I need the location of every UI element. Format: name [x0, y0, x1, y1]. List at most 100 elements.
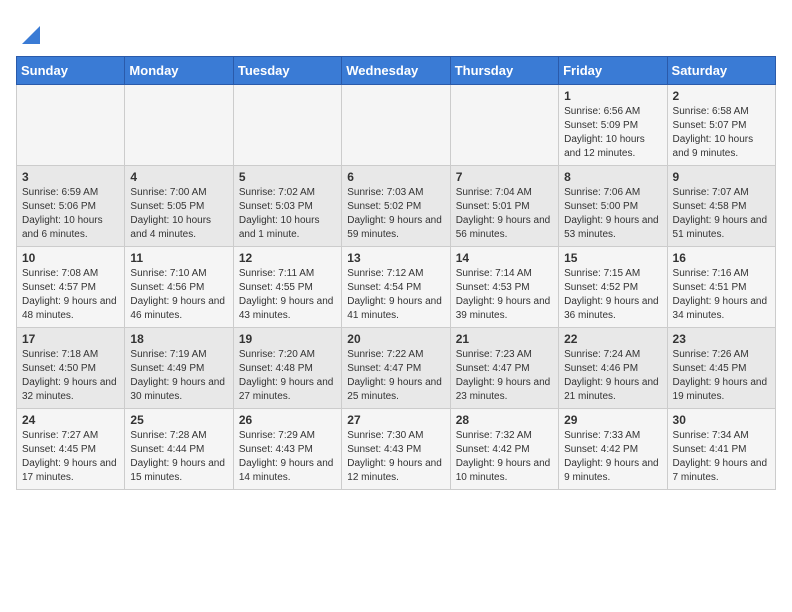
day-number: 17 — [22, 332, 119, 346]
week-row-5: 24 Sunrise: 7:27 AM Sunset: 4:45 PM Dayli… — [17, 409, 776, 490]
day-number: 7 — [456, 170, 553, 184]
day-cell: 20 Sunrise: 7:22 AM Sunset: 4:47 PM Dayli… — [342, 328, 450, 409]
day-cell — [233, 85, 341, 166]
day-cell: 18 Sunrise: 7:19 AM Sunset: 4:49 PM Dayli… — [125, 328, 233, 409]
week-row-2: 3 Sunrise: 6:59 AM Sunset: 5:06 PM Daylig… — [17, 166, 776, 247]
day-cell: 7 Sunrise: 7:04 AM Sunset: 5:01 PM Daylig… — [450, 166, 558, 247]
day-number: 4 — [130, 170, 227, 184]
day-cell: 5Sunrise: 7:02 AM Sunset: 5:03 PM Daylig… — [233, 166, 341, 247]
day-cell: 2 Sunrise: 6:58 AM Sunset: 5:07 PM Daylig… — [667, 85, 775, 166]
day-cell: 28 Sunrise: 7:32 AM Sunset: 4:42 PM Dayli… — [450, 409, 558, 490]
day-cell — [450, 85, 558, 166]
day-info: Sunrise: 7:14 AM Sunset: 4:53 PM Dayligh… — [456, 267, 553, 323]
day-info: Sunrise: 7:19 AM Sunset: 4:49 PM Dayligh… — [130, 348, 227, 404]
day-cell — [17, 85, 125, 166]
col-header-tuesday: Tuesday — [233, 57, 341, 85]
day-info: Sunrise: 7:15 AM Sunset: 4:52 PM Dayligh… — [564, 267, 661, 323]
day-cell: 9 Sunrise: 7:07 AM Sunset: 4:58 PM Daylig… — [667, 166, 775, 247]
day-info: Sunrise: 7:32 AM Sunset: 4:42 PM Dayligh… — [456, 429, 553, 485]
week-row-3: 10 Sunrise: 7:08 AM Sunset: 4:57 PM Dayli… — [17, 247, 776, 328]
day-info: Sunrise: 7:28 AM Sunset: 4:44 PM Dayligh… — [130, 429, 227, 485]
day-cell: 24 Sunrise: 7:27 AM Sunset: 4:45 PM Dayli… — [17, 409, 125, 490]
day-cell: 12 Sunrise: 7:11 AM Sunset: 4:55 PM Dayli… — [233, 247, 341, 328]
logo — [16, 16, 42, 48]
day-info: Sunrise: 7:02 AM Sunset: 5:03 PM Dayligh… — [239, 186, 336, 242]
day-info: Sunrise: 7:23 AM Sunset: 4:47 PM Dayligh… — [456, 348, 553, 404]
day-number: 2 — [673, 89, 770, 103]
day-number: 12 — [239, 251, 336, 265]
day-number: 18 — [130, 332, 227, 346]
header — [16, 16, 776, 48]
day-cell: 27 Sunrise: 7:30 AM Sunset: 4:43 PM Dayli… — [342, 409, 450, 490]
day-cell: 3 Sunrise: 6:59 AM Sunset: 5:06 PM Daylig… — [17, 166, 125, 247]
day-number: 19 — [239, 332, 336, 346]
day-info: Sunrise: 7:20 AM Sunset: 4:48 PM Dayligh… — [239, 348, 336, 404]
day-number: 24 — [22, 413, 119, 427]
day-number: 30 — [673, 413, 770, 427]
day-info: Sunrise: 7:18 AM Sunset: 4:50 PM Dayligh… — [22, 348, 119, 404]
day-info: Sunrise: 7:04 AM Sunset: 5:01 PM Dayligh… — [456, 186, 553, 242]
day-cell: 15 Sunrise: 7:15 AM Sunset: 4:52 PM Dayli… — [559, 247, 667, 328]
day-info: Sunrise: 7:33 AM Sunset: 4:42 PM Dayligh… — [564, 429, 661, 485]
day-cell — [342, 85, 450, 166]
day-info: Sunrise: 7:08 AM Sunset: 4:57 PM Dayligh… — [22, 267, 119, 323]
week-row-1: 1 Sunrise: 6:56 AM Sunset: 5:09 PM Daylig… — [17, 85, 776, 166]
day-cell: 29 Sunrise: 7:33 AM Sunset: 4:42 PM Dayli… — [559, 409, 667, 490]
day-number: 11 — [130, 251, 227, 265]
week-row-4: 17 Sunrise: 7:18 AM Sunset: 4:50 PM Dayli… — [17, 328, 776, 409]
day-cell: 13 Sunrise: 7:12 AM Sunset: 4:54 PM Dayli… — [342, 247, 450, 328]
day-info: Sunrise: 7:11 AM Sunset: 4:55 PM Dayligh… — [239, 267, 336, 323]
day-number: 16 — [673, 251, 770, 265]
day-info: Sunrise: 7:30 AM Sunset: 4:43 PM Dayligh… — [347, 429, 444, 485]
day-number: 26 — [239, 413, 336, 427]
day-cell: 8Sunrise: 7:06 AM Sunset: 5:00 PM Daylig… — [559, 166, 667, 247]
day-number: 1 — [564, 89, 661, 103]
day-info: Sunrise: 7:07 AM Sunset: 4:58 PM Dayligh… — [673, 186, 770, 242]
day-number: 14 — [456, 251, 553, 265]
day-cell: 21 Sunrise: 7:23 AM Sunset: 4:47 PM Dayli… — [450, 328, 558, 409]
day-number: 6 — [347, 170, 444, 184]
day-cell: 22 Sunrise: 7:24 AM Sunset: 4:46 PM Dayli… — [559, 328, 667, 409]
day-number: 28 — [456, 413, 553, 427]
logo-icon — [12, 16, 42, 46]
day-info: Sunrise: 7:24 AM Sunset: 4:46 PM Dayligh… — [564, 348, 661, 404]
day-number: 27 — [347, 413, 444, 427]
day-number: 23 — [673, 332, 770, 346]
day-info: Sunrise: 7:12 AM Sunset: 4:54 PM Dayligh… — [347, 267, 444, 323]
day-info: Sunrise: 7:22 AM Sunset: 4:47 PM Dayligh… — [347, 348, 444, 404]
day-number: 13 — [347, 251, 444, 265]
col-header-thursday: Thursday — [450, 57, 558, 85]
day-number: 21 — [456, 332, 553, 346]
col-header-friday: Friday — [559, 57, 667, 85]
day-info: Sunrise: 7:16 AM Sunset: 4:51 PM Dayligh… — [673, 267, 770, 323]
day-info: Sunrise: 7:26 AM Sunset: 4:45 PM Dayligh… — [673, 348, 770, 404]
day-number: 22 — [564, 332, 661, 346]
day-number: 10 — [22, 251, 119, 265]
day-info: Sunrise: 7:29 AM Sunset: 4:43 PM Dayligh… — [239, 429, 336, 485]
day-number: 20 — [347, 332, 444, 346]
day-info: Sunrise: 6:56 AM Sunset: 5:09 PM Dayligh… — [564, 105, 661, 161]
day-cell — [125, 85, 233, 166]
day-info: Sunrise: 7:06 AM Sunset: 5:00 PM Dayligh… — [564, 186, 661, 242]
day-info: Sunrise: 7:27 AM Sunset: 4:45 PM Dayligh… — [22, 429, 119, 485]
day-cell: 17 Sunrise: 7:18 AM Sunset: 4:50 PM Dayli… — [17, 328, 125, 409]
day-number: 29 — [564, 413, 661, 427]
day-info: Sunrise: 7:34 AM Sunset: 4:41 PM Dayligh… — [673, 429, 770, 485]
calendar-table: SundayMondayTuesdayWednesdayThursdayFrid… — [16, 56, 776, 490]
day-cell: 16 Sunrise: 7:16 AM Sunset: 4:51 PM Dayli… — [667, 247, 775, 328]
day-number: 15 — [564, 251, 661, 265]
day-cell: 4 Sunrise: 7:00 AM Sunset: 5:05 PM Daylig… — [125, 166, 233, 247]
day-cell: 11 Sunrise: 7:10 AM Sunset: 4:56 PM Dayli… — [125, 247, 233, 328]
col-header-monday: Monday — [125, 57, 233, 85]
day-info: Sunrise: 7:03 AM Sunset: 5:02 PM Dayligh… — [347, 186, 444, 242]
day-info: Sunrise: 7:00 AM Sunset: 5:05 PM Dayligh… — [130, 186, 227, 242]
day-cell: 30 Sunrise: 7:34 AM Sunset: 4:41 PM Dayli… — [667, 409, 775, 490]
day-cell: 10 Sunrise: 7:08 AM Sunset: 4:57 PM Dayli… — [17, 247, 125, 328]
day-info: Sunrise: 6:59 AM Sunset: 5:06 PM Dayligh… — [22, 186, 119, 242]
day-number: 25 — [130, 413, 227, 427]
day-number: 9 — [673, 170, 770, 184]
day-number: 3 — [22, 170, 119, 184]
day-info: Sunrise: 6:58 AM Sunset: 5:07 PM Dayligh… — [673, 105, 770, 161]
day-info: Sunrise: 7:10 AM Sunset: 4:56 PM Dayligh… — [130, 267, 227, 323]
day-cell: 26 Sunrise: 7:29 AM Sunset: 4:43 PM Dayli… — [233, 409, 341, 490]
